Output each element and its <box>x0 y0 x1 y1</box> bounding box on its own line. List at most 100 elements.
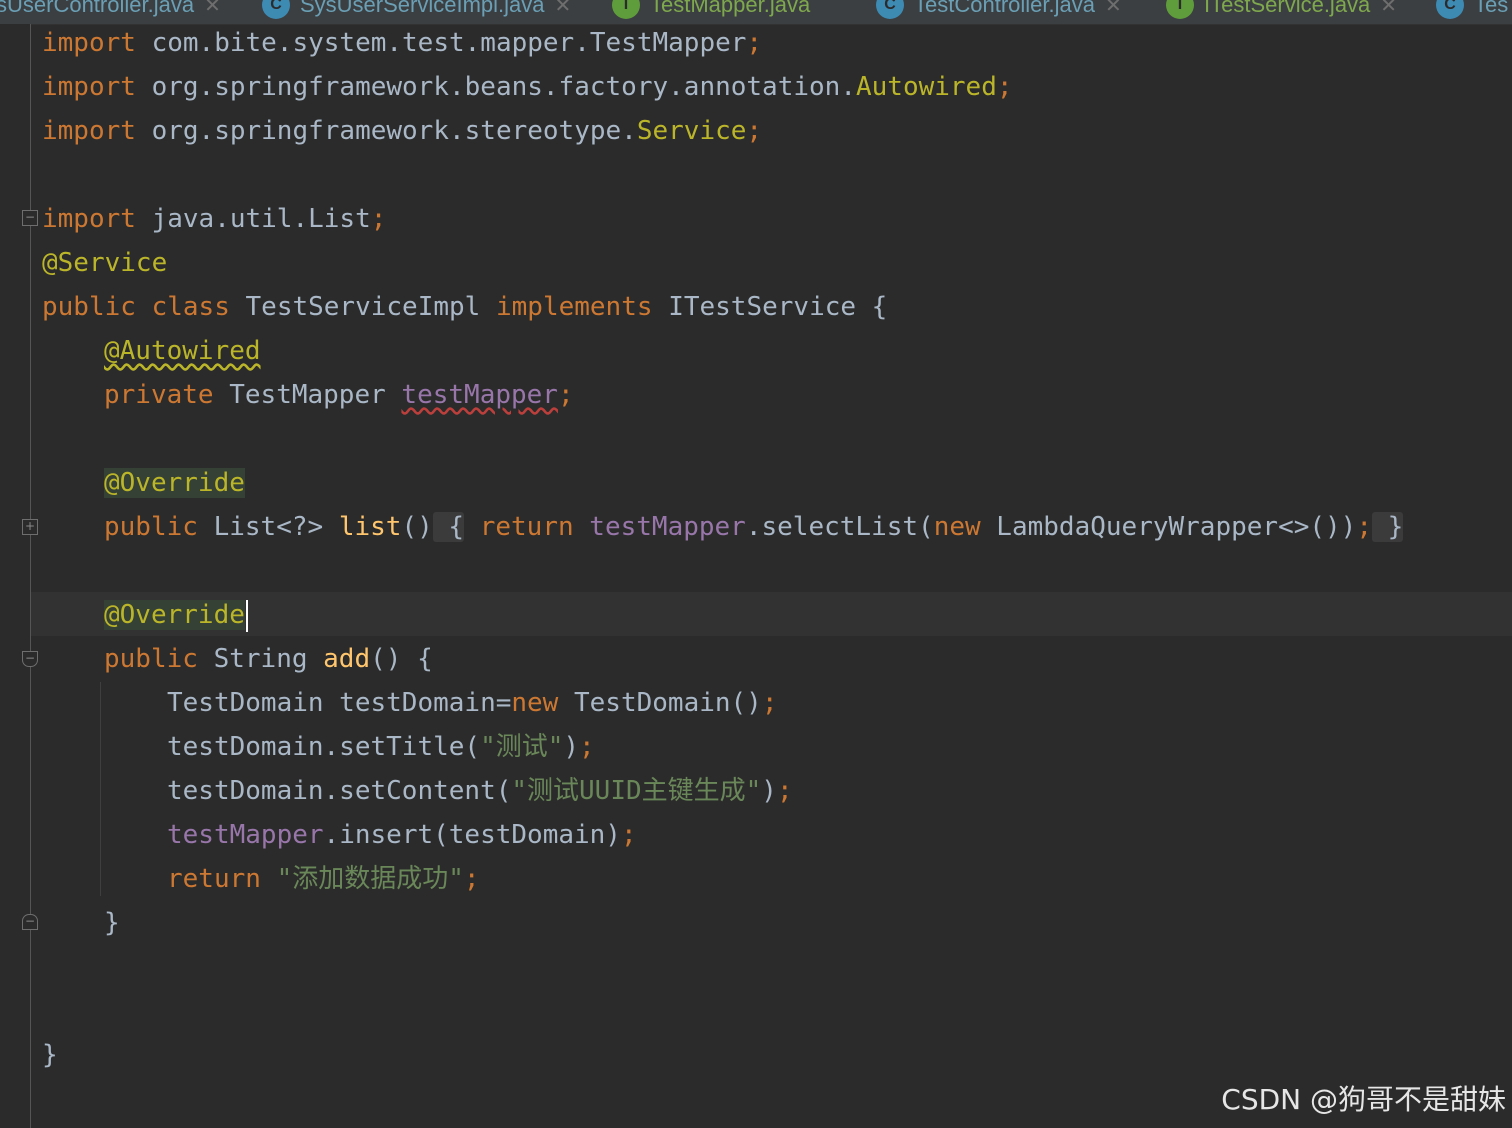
annotation-name: Service <box>636 116 747 146</box>
keyword: import <box>42 72 136 102</box>
annotation: @Service <box>42 248 168 278</box>
parens: () { <box>370 644 433 674</box>
current-line-highlight <box>31 592 1512 636</box>
import-path: java.util.List <box>135 204 371 234</box>
fold-collapse-icon[interactable] <box>22 210 38 226</box>
expression: .insert(testDomain) <box>323 820 621 850</box>
close-icon[interactable]: ✕ <box>555 0 572 18</box>
code-line-12: public List<?> list() { return testMappe… <box>104 505 1404 549</box>
expression: ) <box>761 776 777 806</box>
closing-brace: } <box>104 908 120 938</box>
fold-collapse-icon[interactable] <box>22 651 38 667</box>
statement: testDomain.setContent( <box>167 776 512 806</box>
annotation: @Override <box>104 600 245 630</box>
code-line-17: testDomain.setTitle("测试"); <box>167 725 595 769</box>
semicolon: ; <box>996 72 1013 102</box>
tab-test-serviceimpl[interactable]: C Tes <box>1422 0 1508 24</box>
type-name: String <box>197 644 324 674</box>
method-call: .selectList( <box>745 512 934 542</box>
parens: () <box>401 512 433 542</box>
code-line-9: private TestMapper testMapper; <box>104 373 574 417</box>
code-line-14: @Override <box>104 593 248 637</box>
field-name: testMapper <box>589 512 746 542</box>
code-line-16: TestDomain testDomain=new TestDomain(); <box>167 681 778 725</box>
tab-itest-service[interactable]: I ITestService.java ✕ <box>1166 0 1397 24</box>
class-name: TestServiceImpl <box>245 292 481 322</box>
annotation: @Autowired <box>104 336 261 366</box>
class-file-icon: C <box>876 0 904 19</box>
keyword: public <box>104 644 198 674</box>
text-caret <box>245 599 248 632</box>
code-line-18: testDomain.setContent("测试UUID主键生成"); <box>167 769 793 813</box>
annotation-name: Autowired <box>855 72 997 102</box>
semicolon: ; <box>579 732 595 762</box>
code-line-15: public String add() { <box>104 637 433 681</box>
tab-test-controller[interactable]: C TestController.java ✕ <box>876 0 1122 24</box>
statement: TestDomain testDomain= <box>167 688 512 718</box>
class-file-icon: C <box>1436 0 1464 19</box>
keyword: new <box>933 512 981 542</box>
string-literal: "测试UUID主键生成" <box>511 776 762 806</box>
code-line-8: @Autowired <box>104 329 261 373</box>
code-line-11: @Override <box>104 461 245 505</box>
code-line-5: import java.util.List; <box>42 197 386 241</box>
keyword: return <box>479 512 574 542</box>
interface-name: ITestService { <box>668 292 888 322</box>
keyword: private <box>104 380 214 410</box>
keyword: new <box>511 688 559 718</box>
keyword: import <box>42 28 136 58</box>
expression: ) <box>563 732 580 762</box>
type-name: TestMapper <box>213 380 402 410</box>
statement: testDomain.setTitle( <box>167 732 481 762</box>
keyword: import <box>42 116 136 146</box>
expression: LambdaQueryWrapper<>()) <box>980 512 1357 542</box>
code-line-1: import com.bite.system.test.mapper.TestM… <box>42 21 762 65</box>
semicolon: ; <box>557 380 574 410</box>
import-path: org.springframework.stereotype. <box>135 116 637 146</box>
interface-file-icon: I <box>1166 0 1194 19</box>
import-path: org.springframework.beans.factory.annota… <box>135 72 856 102</box>
tab-label: sUserController.java <box>0 0 195 17</box>
tab-label: SysUserServiceImpl.java <box>300 0 545 17</box>
annotation: @Override <box>104 468 245 498</box>
string-literal: "测试" <box>480 732 564 762</box>
close-icon[interactable]: ✕ <box>1380 0 1397 18</box>
keyword: class <box>151 292 230 322</box>
import-path: com.bite.system.test.mapper.TestMapper <box>135 28 747 58</box>
code-line-24: } <box>42 1033 58 1077</box>
fold-expand-icon[interactable] <box>22 519 38 535</box>
keyword: import <box>42 204 136 234</box>
method-name: add <box>323 644 371 674</box>
semicolon: ; <box>746 28 763 58</box>
folded-brace[interactable]: } <box>1372 512 1404 542</box>
semicolon: ; <box>463 864 480 894</box>
code-line-21: } <box>104 901 120 945</box>
expression: TestDomain() <box>558 688 762 718</box>
folded-brace[interactable]: { <box>432 512 465 542</box>
keyword: public <box>42 292 136 322</box>
keyword: implements <box>495 292 653 322</box>
semicolon: ; <box>620 820 637 850</box>
tab-label: TestController.java <box>914 0 1095 17</box>
type-name: List<?> <box>197 512 339 542</box>
code-line-20: return "添加数据成功"; <box>167 857 480 901</box>
tab-label: ITestService.java <box>1204 0 1371 17</box>
field-name: testMapper <box>401 380 558 410</box>
semicolon: ; <box>761 688 778 718</box>
semicolon: ; <box>370 204 387 234</box>
fold-end-icon[interactable] <box>22 914 38 930</box>
close-icon[interactable]: ✕ <box>204 0 221 18</box>
semicolon: ; <box>776 776 793 806</box>
semicolon: ; <box>1356 512 1372 542</box>
class-file-icon: C <box>262 0 290 19</box>
keyword: public <box>104 512 198 542</box>
indent-guide <box>100 682 101 896</box>
tab-label: TestMapper.java <box>650 0 811 17</box>
watermark: CSDN @狗哥不是甜妹 <box>1221 1083 1506 1116</box>
field-name: testMapper <box>167 820 324 850</box>
interface-file-icon: I <box>612 0 640 19</box>
close-icon[interactable]: ✕ <box>1105 0 1122 18</box>
method-name: list <box>338 512 402 542</box>
closing-brace: } <box>42 1040 58 1070</box>
code-line-7: public class TestServiceImpl implements … <box>42 285 887 329</box>
